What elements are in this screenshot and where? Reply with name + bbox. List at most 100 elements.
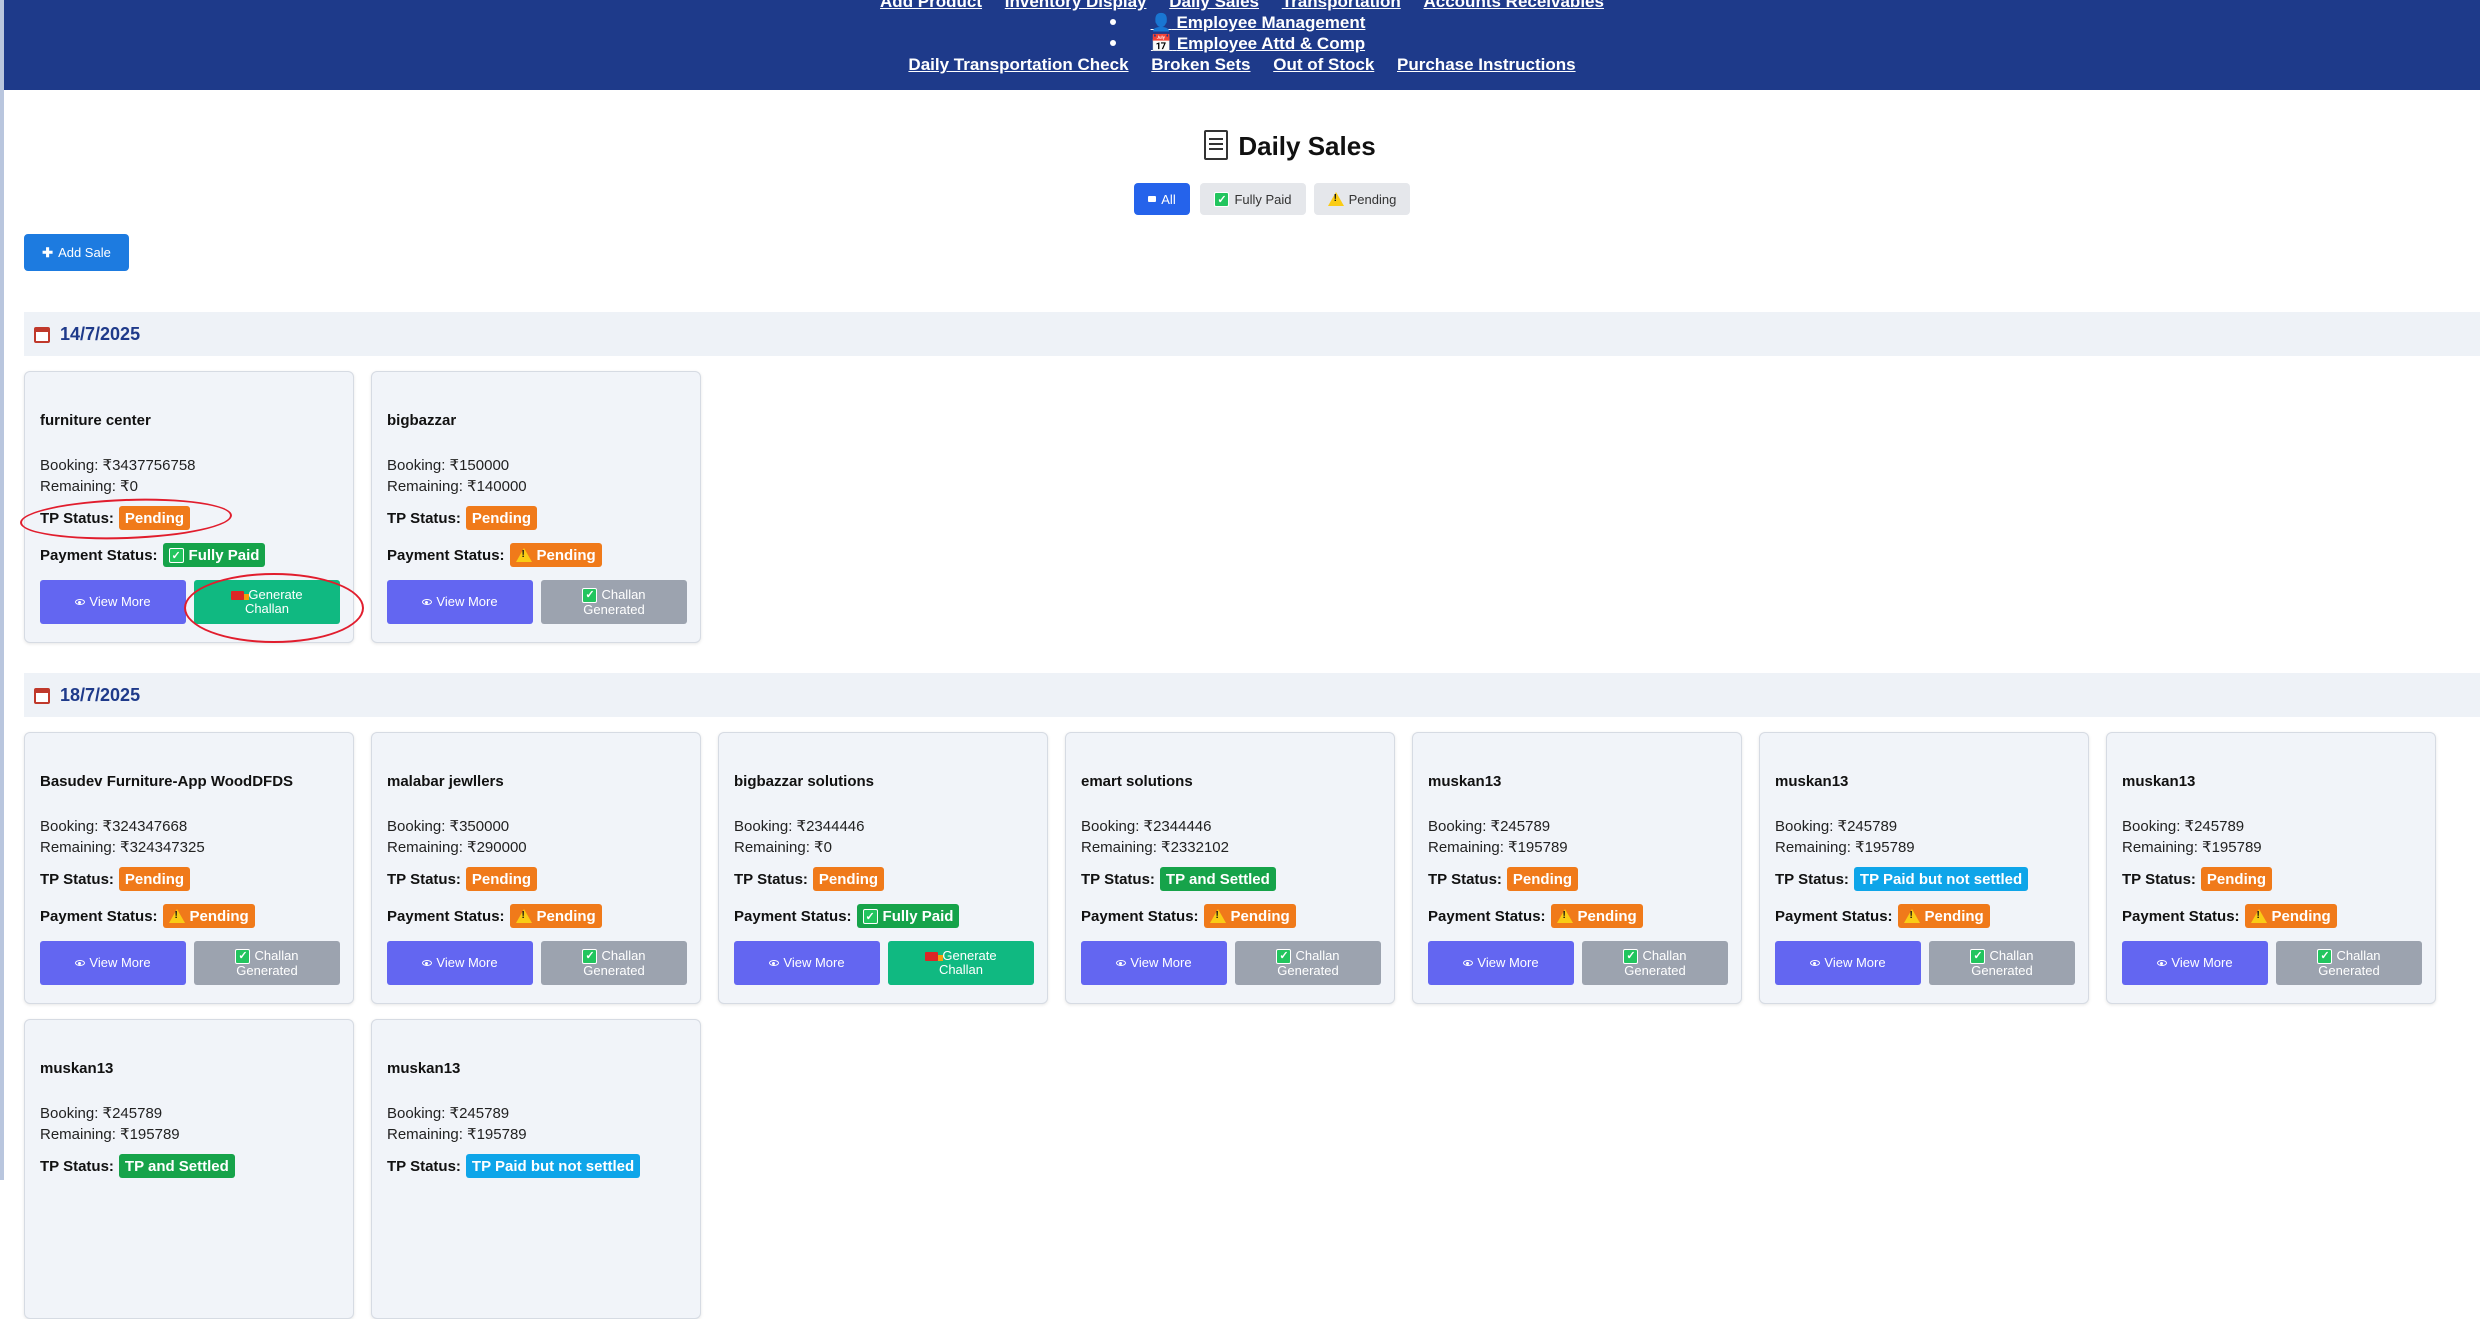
payment-status-badge: ✓ Fully Paid — [856, 904, 960, 928]
nav-link-add-product[interactable]: Add Product — [880, 0, 982, 11]
nav-link-out-of-stock[interactable]: Out of Stock — [1273, 55, 1374, 74]
nav-link-daily-sales[interactable]: Daily Sales — [1169, 0, 1259, 11]
customer-name: emart solutions — [1081, 773, 1193, 790]
challan-generated-button[interactable]: ✓ Challan Generated — [1582, 941, 1728, 985]
eye-icon — [1810, 960, 1821, 966]
warning-icon — [1556, 909, 1573, 923]
challan-generated-button[interactable]: ✓ Challan Generated — [1929, 941, 2075, 985]
challan-generated-button[interactable]: ✓ Challan Generated — [1235, 941, 1381, 985]
sale-card: muskan13 Booking: ₹245789 Remaining: ₹1957… — [371, 1019, 701, 1319]
filter-all-button[interactable]: All — [1134, 183, 1190, 215]
customer-name: furniture center — [40, 412, 151, 429]
tp-status-badge: TP Paid but not settled — [465, 1154, 641, 1178]
check-icon: ✓ — [1214, 191, 1230, 207]
check-icon: ✓ — [235, 948, 251, 964]
view-more-button[interactable]: View More — [387, 580, 533, 624]
remaining-amount: Remaining: ₹0 — [40, 478, 138, 495]
sale-card: malabar jewllers Booking: ₹350000 Remainin… — [371, 732, 701, 1004]
booking-amount: Booking: ₹2344446 — [1081, 818, 1212, 835]
nav-link-purchase-instructions[interactable]: Purchase Instructions — [1397, 55, 1576, 74]
warning-icon — [2250, 909, 2267, 923]
view-more-button[interactable]: View More — [1428, 941, 1574, 985]
challan-generated-button[interactable]: ✓ Challan Generated — [541, 941, 687, 985]
challan-generated-button[interactable]: ✓ Challan Generated — [541, 580, 687, 624]
tp-status-row: TP Status: Pending — [1428, 867, 1579, 891]
check-icon: ✓ — [582, 587, 598, 603]
challan-generated-button[interactable]: ✓ Challan Generated — [2276, 941, 2422, 985]
sale-card: muskan13 Booking: ₹245789 Remaining: ₹1957… — [1412, 732, 1742, 1004]
view-more-button[interactable]: View More — [2122, 941, 2268, 985]
challan-generated-button[interactable]: ✓ Challan Generated — [194, 941, 340, 985]
tp-status-badge: Pending — [465, 506, 538, 530]
tp-status-row: TP Status: TP Paid but not settled — [387, 1154, 641, 1178]
nav-link-daily-transportation-check[interactable]: Daily Transportation Check — [908, 55, 1128, 74]
eye-icon — [422, 599, 433, 605]
left-edge-strip — [0, 0, 4, 1180]
warning-icon — [515, 548, 532, 562]
booking-amount: Booking: ₹2344446 — [734, 818, 865, 835]
customer-name: muskan13 — [1428, 773, 1502, 790]
booking-amount: Booking: ₹245789 — [1775, 818, 1898, 835]
filter-pending-button[interactable]: Pending — [1314, 183, 1410, 215]
remaining-amount: Remaining: ₹324347325 — [40, 839, 205, 856]
sale-card: muskan13 Booking: ₹245789 Remaining: ₹1957… — [2106, 732, 2436, 1004]
view-more-button[interactable]: View More — [1775, 941, 1921, 985]
document-icon — [1204, 130, 1229, 160]
nav-link-transportation[interactable]: Transportation — [1282, 0, 1401, 11]
tp-status-badge: Pending — [1506, 867, 1579, 891]
view-more-button[interactable]: View More — [1081, 941, 1227, 985]
generate-challan-button[interactable]: Generate Challan — [888, 941, 1034, 985]
check-icon: ✓ — [2317, 948, 2333, 964]
calendar-icon — [34, 687, 50, 704]
page-title: Daily Sales — [0, 130, 2480, 162]
sale-card: Basudev Furniture-App WoodDFDS Booking: ₹… — [24, 732, 354, 1004]
eye-icon — [75, 599, 86, 605]
list-bullet — [1109, 18, 1116, 25]
nav-row-2: 👤 Employee Management — [4, 13, 2480, 33]
list-bullet — [1109, 39, 1116, 46]
eye-icon — [422, 960, 433, 966]
nav-link-employee-management[interactable]: 👤 Employee Management — [1151, 13, 1366, 32]
customer-name: muskan13 — [2122, 773, 2196, 790]
customer-name: bigbazzar solutions — [734, 773, 875, 790]
add-sale-button[interactable]: ✚ Add Sale — [24, 234, 129, 271]
eye-icon — [2157, 960, 2168, 966]
tp-status-badge: TP and Settled — [118, 1154, 235, 1178]
view-more-button[interactable]: View More — [734, 941, 880, 985]
nav-link-inventory-display[interactable]: Inventory Display — [1005, 0, 1147, 11]
check-icon: ✓ — [1276, 948, 1292, 964]
booking-amount: Booking: ₹245789 — [2122, 818, 2245, 835]
warning-icon — [1327, 192, 1344, 206]
booking-amount: Booking: ₹150000 — [387, 457, 510, 474]
view-more-button[interactable]: View More — [387, 941, 533, 985]
view-more-button[interactable]: View More — [40, 580, 186, 624]
payment-status-row: Payment Status:Pending — [1428, 904, 1643, 928]
customer-name: muskan13 — [387, 1060, 461, 1077]
nav-link-employee-attd-comp[interactable]: 📅 Employee Attd & Comp — [1151, 34, 1365, 53]
booking-amount: Booking: ₹245789 — [387, 1105, 510, 1122]
customer-name: muskan13 — [1775, 773, 1849, 790]
tp-status-row: TP Status: TP Paid but not settled — [1775, 867, 2029, 891]
tp-status-row: TP Status: Pending — [2122, 867, 2273, 891]
payment-status-row: Payment Status:Pending — [40, 904, 255, 928]
remaining-amount: Remaining: ₹290000 — [387, 839, 527, 856]
nav-link-broken-sets[interactable]: Broken Sets — [1151, 55, 1250, 74]
view-more-button[interactable]: View More — [40, 941, 186, 985]
sale-card: furniture center Booking: ₹3437756758 Rema… — [24, 371, 354, 643]
booking-amount: Booking: ₹3437756758 — [40, 457, 196, 474]
calendar-icon: 📅 — [1150, 34, 1173, 53]
remaining-amount: Remaining: ₹195789 — [1775, 839, 1915, 856]
plus-icon: ✚ — [42, 244, 54, 260]
eye-icon — [1116, 960, 1127, 966]
sale-card: bigbazzar Booking: ₹150000 Remaining: ₹140… — [371, 371, 701, 643]
customer-name: muskan13 — [40, 1060, 114, 1077]
nav-row-4: Daily Transportation Check Broken Sets O… — [4, 55, 2480, 75]
generate-challan-button[interactable]: Generate Challan — [194, 580, 340, 624]
nav-link-accounts-receivables[interactable]: Accounts Receivables — [1423, 0, 1603, 11]
payment-status-badge: Pending — [509, 904, 602, 928]
filter-fully-paid-button[interactable]: ✓ Fully Paid — [1200, 183, 1306, 215]
check-icon: ✓ — [862, 908, 878, 924]
nav-row-1: Add Product Inventory Display Daily Sale… — [4, 0, 2480, 12]
sale-card: bigbazzar solutions Booking: ₹2344446 Rema… — [718, 732, 1048, 1004]
tp-status-badge: Pending — [812, 867, 885, 891]
